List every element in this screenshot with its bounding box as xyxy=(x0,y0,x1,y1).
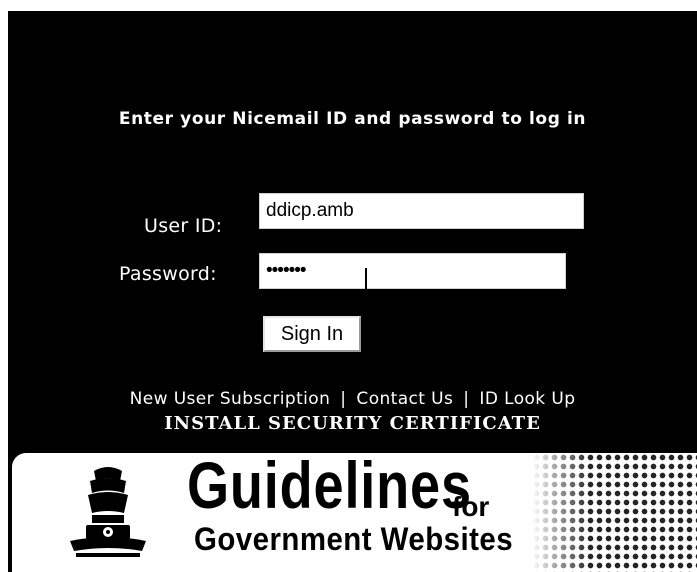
id-look-up-link[interactable]: ID Look Up xyxy=(479,389,575,409)
user-id-input[interactable] xyxy=(259,193,584,229)
link-separator: | xyxy=(463,389,470,409)
link-separator: | xyxy=(340,389,347,409)
banner-title: Guidelines xyxy=(187,453,472,522)
login-heading: Enter your Nicemail ID and password to l… xyxy=(118,109,587,129)
guidelines-banner[interactable]: Guidelines for Government Websites xyxy=(12,453,697,572)
contact-us-link[interactable]: Contact Us xyxy=(356,389,453,409)
install-security-certificate-link[interactable]: INSTALL SECURITY CERTIFICATE xyxy=(8,413,697,434)
text-caret xyxy=(365,268,367,294)
password-input[interactable] xyxy=(259,253,566,289)
sign-in-button[interactable]: Sign In xyxy=(263,316,361,352)
password-label: Password: xyxy=(119,263,217,285)
banner-for-text: for xyxy=(452,491,490,522)
new-user-subscription-link[interactable]: New User Subscription xyxy=(130,389,331,409)
footer-links: New User Subscription | Contact Us | ID Look… xyxy=(8,389,697,409)
banner-subtitle: Government Websites xyxy=(194,521,514,557)
login-panel: Enter your Nicemail ID and password to l… xyxy=(8,11,697,572)
user-id-label: User ID: xyxy=(144,215,223,237)
state-emblem-icon xyxy=(70,467,146,557)
halftone-pattern xyxy=(532,453,697,572)
